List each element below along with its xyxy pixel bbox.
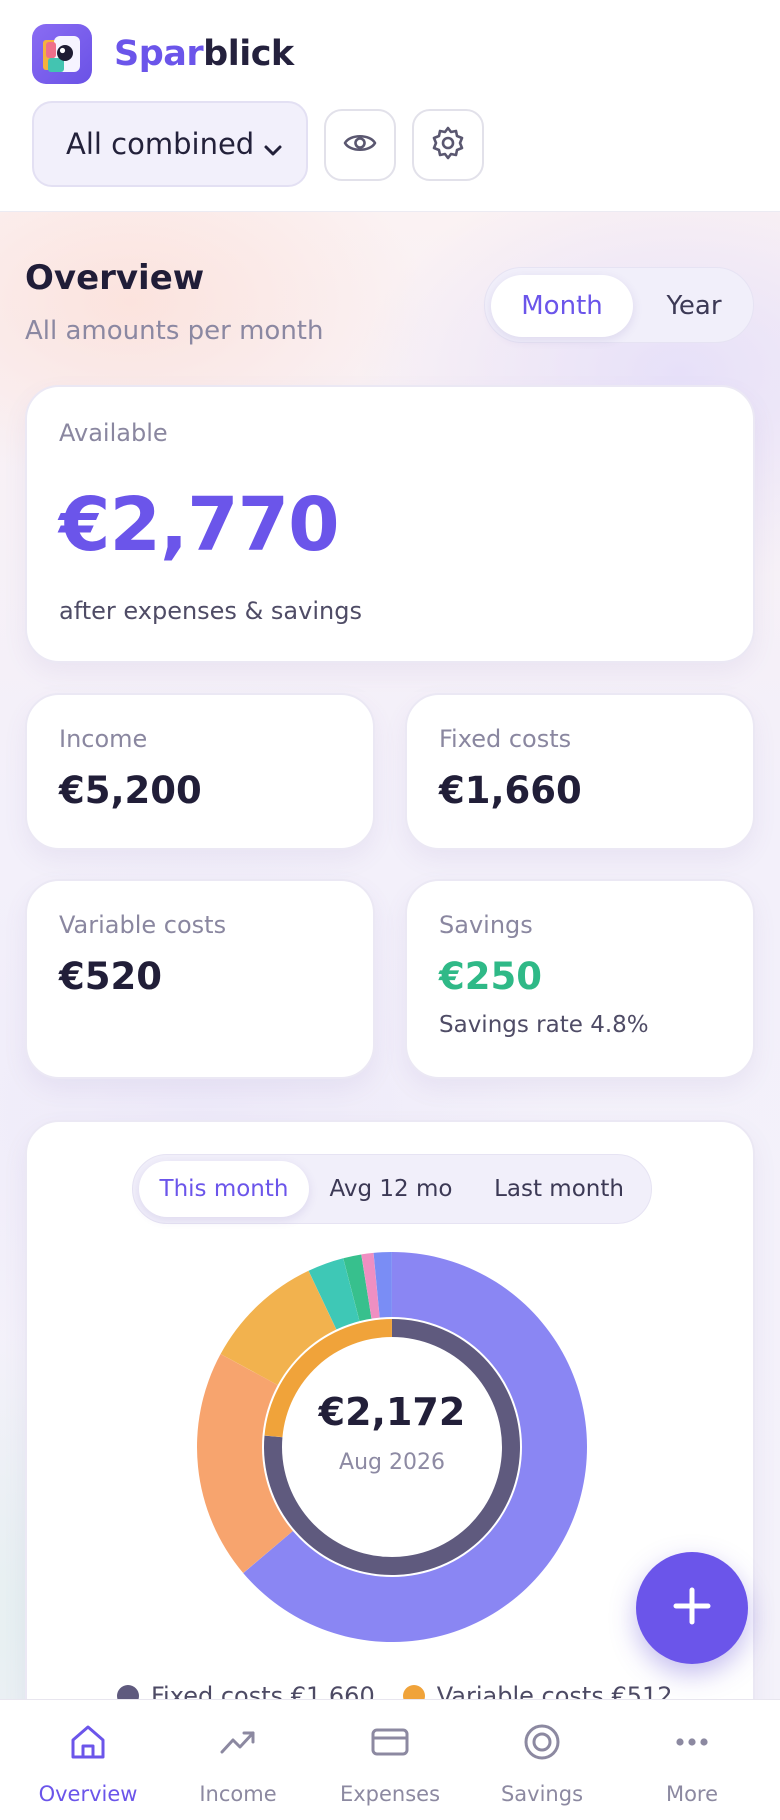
fixed-costs-value: €1,660 bbox=[439, 769, 582, 812]
savings-value: €250 bbox=[439, 955, 542, 998]
fixed-costs-label: Fixed costs bbox=[439, 725, 572, 753]
page-subtitle: All amounts per month bbox=[25, 316, 324, 346]
brand-name-part1: Spar bbox=[114, 34, 204, 74]
plus-icon bbox=[670, 1584, 714, 1632]
available-value: €2,770 bbox=[59, 482, 340, 568]
donut-gap-ring bbox=[262, 1317, 522, 1577]
tab-year[interactable]: Year bbox=[639, 275, 749, 337]
nav-label-more: More bbox=[665, 1782, 719, 1806]
nav-item-savings[interactable]: Savings bbox=[464, 1700, 620, 1820]
main-content: Overview All amounts per month Month Yea… bbox=[0, 212, 780, 1760]
brand-name: Sparblick bbox=[114, 34, 294, 74]
variable-costs-card[interactable]: Variable costs €520 bbox=[25, 879, 375, 1079]
available-label: Available bbox=[59, 419, 168, 447]
toggle-visibility-button[interactable] bbox=[324, 109, 396, 181]
breakdown-card: This month Avg 12 mo Last month €2,172 A… bbox=[25, 1120, 755, 1760]
available-card: Available €2,770 after expenses & saving… bbox=[25, 385, 755, 663]
fixed-costs-card[interactable]: Fixed costs €1,660 bbox=[405, 693, 755, 850]
trending-up-icon bbox=[220, 1731, 255, 1754]
income-label: Income bbox=[59, 725, 148, 753]
credit-card-icon bbox=[371, 1728, 409, 1756]
page-title: Overview bbox=[25, 258, 205, 298]
savings-label: Savings bbox=[439, 911, 533, 939]
settings-button[interactable] bbox=[412, 109, 484, 181]
brand: Sparblick bbox=[32, 24, 294, 84]
bottom-nav: Overview Income Expenses Savings More bbox=[0, 1699, 780, 1820]
nav-label-income: Income bbox=[199, 1782, 277, 1806]
app-root: Sparblick All combined Overview All amou… bbox=[0, 0, 780, 1820]
nav-label-expenses: Expenses bbox=[339, 1782, 441, 1806]
scope-select[interactable]: All combined bbox=[32, 101, 308, 187]
donut-center-amount: €2,172 bbox=[318, 1390, 466, 1434]
savings-rate: Savings rate 4.8% bbox=[439, 1012, 649, 1038]
tab-month[interactable]: Month bbox=[491, 275, 633, 337]
brand-name-part2: blick bbox=[203, 34, 294, 74]
income-card[interactable]: Income €5,200 bbox=[25, 693, 375, 850]
nav-label-overview: Overview bbox=[38, 1782, 138, 1806]
app-header: Sparblick All combined bbox=[0, 0, 780, 212]
app-logo-icon bbox=[32, 24, 92, 84]
chevron-down-icon bbox=[262, 135, 284, 169]
donut-center-date: Aug 2026 bbox=[339, 1450, 445, 1475]
nav-label-savings: Savings bbox=[500, 1782, 584, 1806]
nav-item-expenses[interactable]: Expenses bbox=[312, 1700, 468, 1820]
income-value: €5,200 bbox=[59, 769, 202, 812]
more-dots-icon bbox=[676, 1738, 708, 1746]
eye-icon bbox=[342, 125, 378, 165]
available-note: after expenses & savings bbox=[59, 597, 362, 625]
target-icon bbox=[524, 1724, 560, 1760]
savings-card[interactable]: Savings €250 Savings rate 4.8% bbox=[405, 879, 755, 1079]
period-toggle: Month Year bbox=[484, 267, 754, 343]
scope-select-value: All combined bbox=[66, 127, 255, 161]
gear-icon bbox=[430, 125, 466, 165]
variable-costs-value: €520 bbox=[59, 955, 162, 998]
variable-costs-label: Variable costs bbox=[59, 911, 227, 939]
nav-item-income[interactable]: Income bbox=[160, 1700, 316, 1820]
nav-item-overview[interactable]: Overview bbox=[10, 1700, 166, 1820]
home-icon bbox=[71, 1725, 105, 1759]
add-entry-button[interactable] bbox=[636, 1552, 748, 1664]
nav-item-more[interactable]: More bbox=[614, 1700, 770, 1820]
